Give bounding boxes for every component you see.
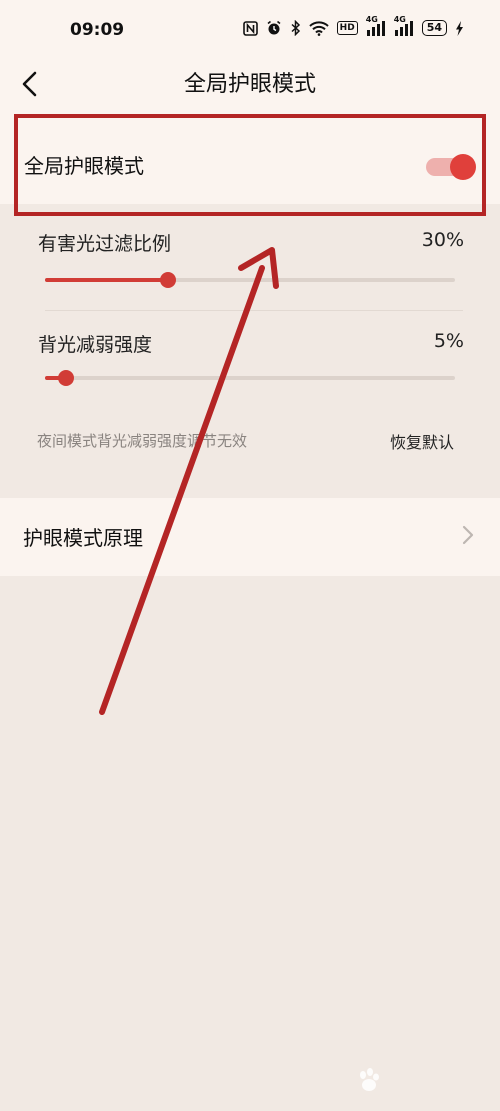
- slider-track: [45, 376, 455, 380]
- battery-icon: 54: [421, 20, 447, 36]
- eye-protection-principle-row[interactable]: 护眼模式原理: [0, 498, 500, 576]
- slider-fill: [45, 278, 168, 282]
- signal-4g-icon: 4G: [366, 15, 386, 36]
- baidu-watermark-logo: [355, 1060, 485, 1100]
- screen: 09:09 HD 4G 4G 54 全局护眼模式 全局护眼模式 有害光过滤比例 …: [0, 0, 500, 1111]
- eye-protection-switch[interactable]: [426, 152, 478, 182]
- switch-knob: [450, 154, 476, 180]
- wifi-icon: [308, 20, 329, 36]
- harmful-light-label: 有害光过滤比例: [38, 233, 172, 255]
- backlight-slider[interactable]: [45, 368, 455, 388]
- eye-protection-toggle-row[interactable]: 全局护眼模式: [0, 108, 500, 204]
- backlight-label: 背光减弱强度: [38, 334, 153, 356]
- hd-icon: HD: [336, 21, 358, 35]
- slider-knob[interactable]: [58, 370, 74, 386]
- backlight-value: 5%: [433, 330, 464, 352]
- signal-4g-label: 4G: [365, 14, 378, 24]
- nfc-icon: [242, 20, 258, 36]
- night-mode-note: 夜间模式背光减弱强度调节无效: [37, 432, 248, 450]
- alarm-icon: [266, 20, 282, 36]
- divider: [45, 310, 463, 311]
- bluetooth-icon: [290, 20, 301, 36]
- signal-4g-label: 4G: [393, 14, 406, 24]
- charging-icon: [455, 20, 464, 36]
- status-icons: HD 4G 4G 54: [242, 15, 464, 36]
- chevron-right-icon: [462, 525, 474, 545]
- slider-knob[interactable]: [160, 272, 176, 288]
- reset-default-button[interactable]: 恢复默认: [390, 429, 454, 453]
- principle-label: 护眼模式原理: [23, 526, 143, 550]
- status-time: 09:09: [70, 20, 125, 40]
- harmful-light-slider[interactable]: [45, 270, 455, 290]
- eye-protection-toggle-label: 全局护眼模式: [24, 154, 144, 178]
- page-title: 全局护眼模式: [183, 72, 316, 97]
- signal-4g-icon: 4G: [394, 15, 414, 36]
- status-bar: 09:09 HD 4G 4G 54: [0, 0, 500, 60]
- paw-icon: [360, 1068, 379, 1091]
- header: 全局护眼模式: [0, 60, 500, 108]
- harmful-light-value: 30%: [421, 229, 464, 251]
